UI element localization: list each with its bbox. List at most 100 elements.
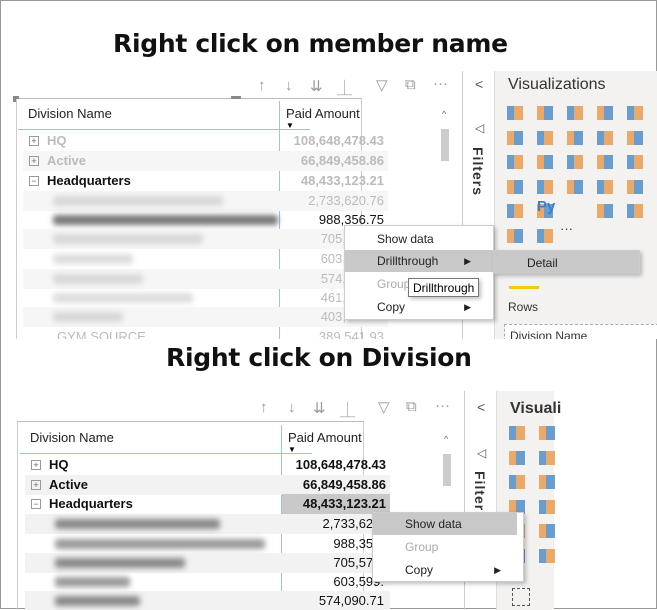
table-row[interactable]: 2,733,620. [25,514,390,534]
table-row[interactable]: + Active 66,849,458.86 [25,475,390,495]
visual-type-icon[interactable] [539,499,555,514]
expand-icon[interactable]: + [29,136,39,146]
visual-type-icon[interactable] [537,179,553,194]
visual-type-icon[interactable] [507,155,523,169]
expand-icon[interactable]: + [31,460,41,470]
row-label[interactable]: Headquarters [47,173,131,188]
table-row[interactable]: 461, [23,288,388,308]
visual-type-icon[interactable] [507,130,523,145]
row-label[interactable]: GYM SOURCE [57,329,146,339]
next-level-icon[interactable]: ⇊ [310,77,323,95]
more-options-icon[interactable]: ··· [433,75,448,92]
table-row[interactable]: − Headquarters 48,433,123.21 [25,494,390,514]
menu-item-show-data[interactable]: Show data [345,228,493,250]
table-row[interactable]: 988,356.75 [23,210,388,230]
table-row[interactable]: 603,599. [25,572,390,592]
table-row[interactable]: 403, [23,307,388,327]
menu-item-show-data[interactable]: Show data [373,513,517,535]
visual-type-icon[interactable] [597,179,613,194]
drill-up-icon[interactable]: ↑ [258,77,266,94]
collapse-pane-icon[interactable]: < [475,76,483,92]
more-visuals-icon[interactable]: ··· [560,221,573,236]
drill-down-icon[interactable]: ↓ [285,77,293,94]
more-options-icon[interactable]: ··· [435,397,450,414]
scroll-up-icon[interactable]: ^ [444,434,448,444]
visual-type-icon[interactable] [539,548,555,563]
visual-type-icon[interactable] [539,426,555,440]
table-row[interactable]: + Active 66,849,458.86 [23,151,388,171]
scrollbar-thumb[interactable] [441,129,449,161]
table-row[interactable]: 603, [23,249,388,269]
table-row[interactable]: 574, [23,269,388,289]
filters-pane-label[interactable]: Filters [470,147,486,196]
visual-type-icon[interactable] [627,204,643,218]
visual-type-icon[interactable] [627,179,643,194]
table-visual-icon[interactable] [512,588,530,606]
visual-type-icon[interactable] [507,179,523,194]
filter-icon[interactable]: ▽ [376,76,388,94]
table-row[interactable]: 574,090.71 [25,591,390,610]
expand-icon[interactable]: + [29,156,39,166]
row-label[interactable]: HQ [47,133,67,148]
menu-item-copy[interactable]: Copy ▶ [373,559,523,581]
next-level-icon[interactable]: ⇊ [313,399,326,417]
visual-type-icon[interactable] [537,155,553,169]
row-label[interactable]: Active [47,153,86,168]
expand-hierarchy-icon[interactable]: ⏊ [340,399,355,420]
drill-up-icon[interactable]: ↑ [260,399,268,416]
drill-down-icon[interactable]: ↓ [288,399,296,416]
visual-type-icon[interactable] [537,228,553,243]
collapse-pane-icon[interactable]: < [477,399,485,415]
visual-type-icon[interactable] [537,106,553,120]
visual-type-icon[interactable] [567,179,583,194]
visual-type-icon[interactable] [539,450,555,465]
visual-type-icon[interactable] [597,106,613,120]
python-visual-icon[interactable]: Py [537,198,555,215]
visual-type-icon[interactable] [509,450,525,465]
table-row[interactable]: 705, [23,229,388,249]
visual-type-icon[interactable] [539,524,555,538]
column-header-paid-amount[interactable]: Paid Amount [288,430,362,445]
visual-type-icon[interactable] [627,155,643,169]
filter-icon[interactable]: ◁ [477,446,486,460]
table-row[interactable]: − Headquarters 48,433,123.21 [23,171,388,191]
scroll-up-icon[interactable]: ^ [442,109,446,119]
visual-type-icon[interactable] [509,475,525,489]
visual-type-icon[interactable] [597,130,613,145]
focus-mode-icon[interactable]: ⧉ [406,398,417,415]
resize-handle[interactable] [13,96,19,102]
visual-type-icon[interactable] [507,106,523,120]
row-label[interactable]: HQ [49,457,69,472]
visual-type-icon[interactable] [567,106,583,120]
visual-type-icon[interactable] [507,228,523,243]
visual-type-icon[interactable] [507,204,523,218]
table-row[interactable]: 2,733,620.76 [23,191,388,211]
visual-type-icon[interactable] [567,130,583,145]
column-header-paid-amount[interactable]: Paid Amount [286,106,360,121]
menu-item-detail[interactable]: Detail [494,252,639,274]
field-well-division-name[interactable]: Division Name [504,324,657,339]
expand-hierarchy-icon[interactable]: ⏊ [337,77,352,98]
table-row[interactable]: 988,356. [25,534,390,554]
row-label[interactable]: Headquarters [49,496,133,511]
row-label[interactable]: Active [49,477,88,492]
table-row[interactable]: + HQ 108,648,478.43 [23,131,388,151]
table-row[interactable]: 705,575. [25,553,390,573]
visual-type-icon[interactable] [537,130,553,145]
filter-icon[interactable]: ▽ [378,398,390,416]
collapse-icon[interactable]: − [29,176,39,186]
focus-mode-icon[interactable]: ⧉ [405,76,416,93]
visual-type-icon[interactable] [597,204,613,218]
table-row[interactable]: + HQ 108,648,478.43 [25,455,390,475]
menu-item-copy[interactable]: Copy ▶ [345,296,493,318]
menu-item-drillthrough[interactable]: Drillthrough ▶ [345,250,493,272]
column-header-division[interactable]: Division Name [30,430,114,445]
table-row[interactable]: GYM SOURCE 389,541.93 [23,327,388,339]
filter-icon[interactable]: ◁ [475,121,484,135]
expand-icon[interactable]: + [31,480,41,490]
visual-type-icon[interactable] [627,130,643,145]
visual-type-icon[interactable] [539,475,555,489]
resize-handle[interactable] [231,96,241,99]
visual-type-icon[interactable] [597,155,613,169]
column-header-division[interactable]: Division Name [28,106,112,121]
